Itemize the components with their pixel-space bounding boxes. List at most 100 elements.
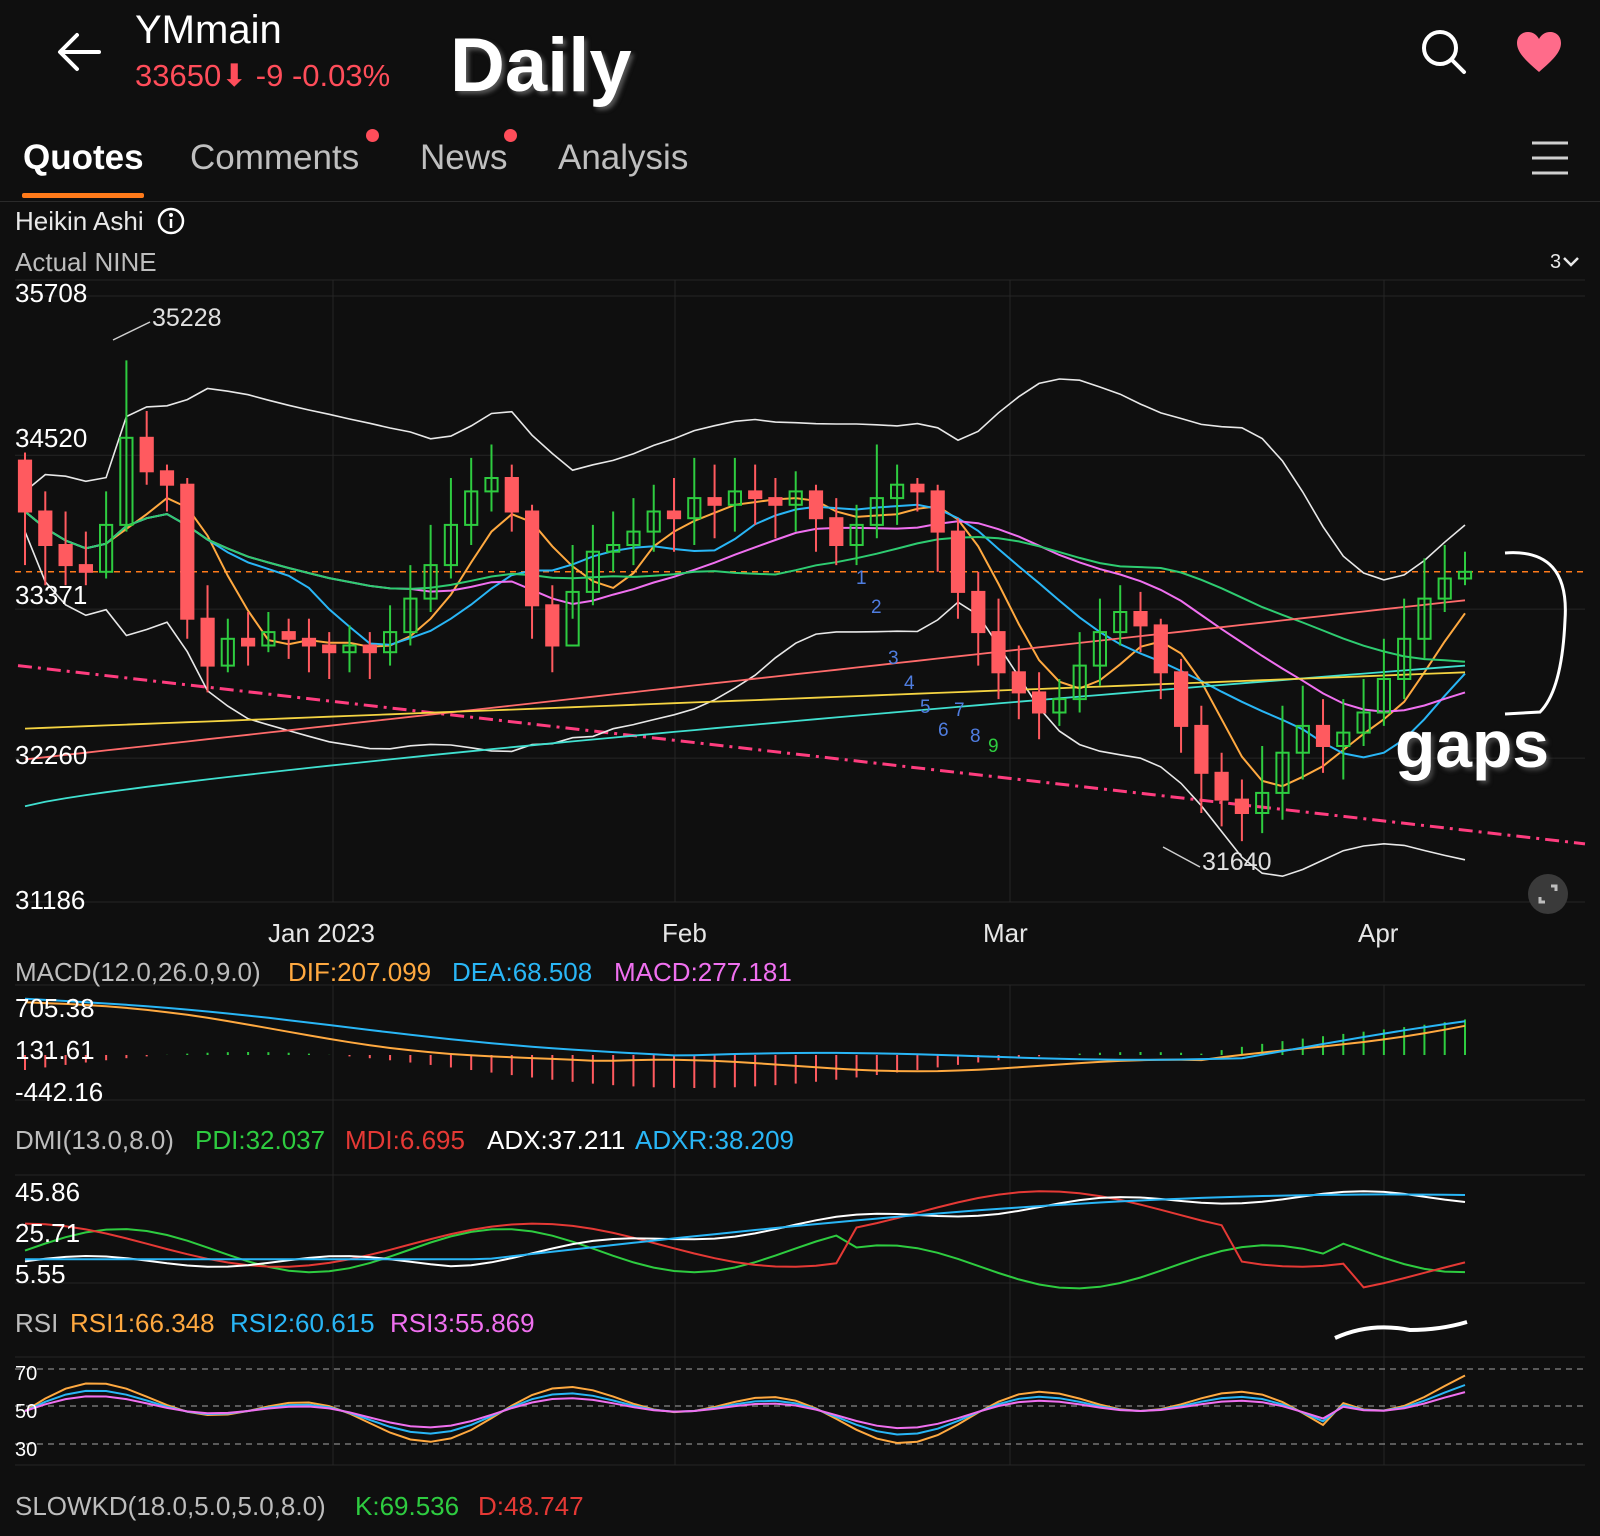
candle-body [1315,724,1331,748]
series-value: 38.209 [714,1125,795,1155]
dmi-y-tick: 5.55 [15,1259,66,1289]
high-annotation: 35228 [152,304,222,332]
series-value: 277.181 [697,957,792,987]
candle-body [666,510,682,520]
slowkd-title: SLOWKD(18.0,5.0,5.0,8.0) [15,1491,326,1521]
candle-body [1234,798,1250,814]
y-tick-label: 33371 [15,580,88,610]
candle-body [322,644,337,654]
candle-body [301,637,317,647]
rsi1-line [24,1374,1466,1445]
series-value: 37.211 [547,1125,626,1155]
macd-dea-line [24,997,1466,1061]
candle-body [950,530,966,593]
rsi-y-tick: 70 [15,1363,38,1385]
candle-body [1194,724,1209,774]
candle-body [78,564,94,573]
series-value: 48.747 [504,1491,584,1521]
candle-body [17,459,33,513]
td-count-label: 8 [970,726,981,747]
series-name: DEA [452,957,506,987]
low-leader-line [1162,846,1201,868]
series-value: 55.869 [455,1308,535,1338]
dmi-adxr-line [25,1193,1466,1261]
y-tick-label: 35708 [15,278,88,308]
candle-body [58,544,73,567]
rsi-y-tick: 30 [15,1439,38,1461]
dmi-y-tick: 25.71 [15,1218,81,1248]
macd-dif-line [24,1001,1466,1073]
candle-body [525,510,540,607]
price-chart[interactable] [0,0,1600,1536]
dmi-adx-label: ADX:37.211 [487,1125,626,1155]
series-name: RSI3 [390,1308,448,1338]
macd-y-tick: 131.61 [15,1035,95,1065]
td-count-label: 1 [856,568,867,589]
rsi1-label: RSI1:66.348 [70,1308,215,1338]
candle-body [991,631,1006,674]
dmi-adxr-label: ADXR:38.209 [635,1125,795,1155]
candle-body [1153,624,1168,674]
candle-body [1174,671,1189,727]
series-value: 207.099 [337,957,432,987]
dmi-mdi-line [24,1190,1466,1289]
candle-body [829,517,844,547]
macd-hist-label: MACD:277.181 [614,957,792,987]
td-count-label: 7 [954,700,965,721]
dmi-pdi-label: PDI:32.037 [195,1125,326,1155]
series-value: 69.536 [379,1491,460,1521]
series-value: 60.615 [295,1308,375,1338]
series-name: PDI [195,1125,239,1155]
series-value: 32.037 [245,1125,326,1155]
series-name: K [355,1491,373,1521]
series-value: 66.348 [135,1308,215,1338]
macd-y-tick: -442.16 [15,1077,104,1107]
candle-body [1032,691,1047,714]
td-count-label: 6 [938,720,949,741]
candle-body [930,490,945,533]
candle-body [768,497,783,506]
td-count-label: 3 [888,648,899,669]
ma-5-line [24,496,1466,788]
y-tick-label: 32260 [15,740,88,770]
candle-body [910,483,925,493]
td-count-label: 2 [871,597,882,618]
y-tick-label: 31186 [15,885,86,915]
candle-body [281,631,296,640]
candle-body [180,483,195,620]
macd-title: MACD(12.0,26.0,9.0) [15,957,261,987]
low-annotation: 31640 [1202,848,1272,876]
high-leader-line [112,321,151,341]
candle-body [808,490,824,520]
series-name: RSI2 [230,1308,288,1338]
series-name: DIF [288,957,330,987]
y-tick-label: 34520 [15,423,88,453]
fullscreen-expand-icon[interactable] [1527,873,1569,915]
candle-body [971,590,986,634]
candle-body [545,604,560,647]
macd-y-tick: 705.38 [15,993,95,1023]
series-name: MDI [345,1125,393,1155]
rsi3-label: RSI3:55.869 [390,1308,535,1338]
slowkd-d-label: D:48.747 [478,1491,584,1521]
candle-body [1011,671,1026,694]
candle-body [241,637,256,647]
dmi-mdi-label: MDI:6.695 [345,1125,465,1155]
bollinger-lower [24,531,1466,878]
series-name: D [478,1491,497,1521]
candle-body [504,477,519,513]
ma-30-line [24,510,1466,663]
series-value: 6.695 [399,1125,465,1155]
candle-body [707,497,722,506]
series-name: ADX [487,1125,541,1155]
td-count-label: 5 [920,697,931,718]
td-count-label: 4 [904,673,915,694]
dmi-adx-line [24,1190,1466,1268]
gaps-bracket [1504,551,1567,716]
candle-body [1214,771,1229,801]
handwritten-scribble [1334,1320,1468,1340]
rsi-title: RSI [15,1308,59,1338]
macd-dif-label: DIF:207.099 [288,957,432,987]
td-count-label: 9 [988,736,999,757]
candle-body [139,436,154,473]
